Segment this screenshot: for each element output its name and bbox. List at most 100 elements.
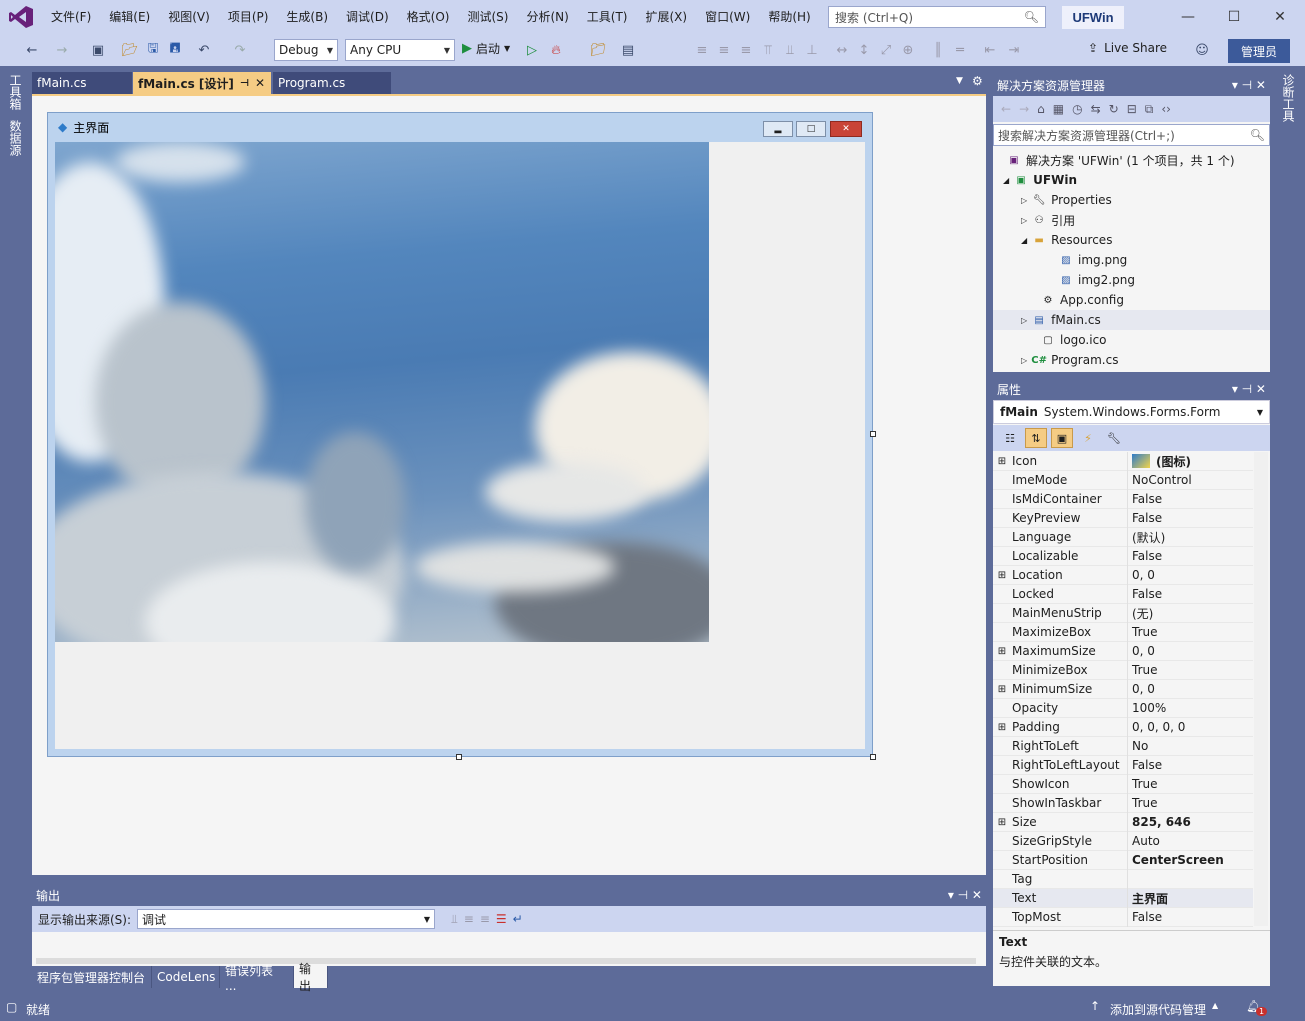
tree-item-resources[interactable]: ◢ ▬ Resources bbox=[993, 230, 1270, 250]
property-value[interactable]: False bbox=[1127, 584, 1253, 604]
menu-format[interactable]: 格式(O) bbox=[398, 8, 459, 25]
object-selector[interactable]: fMain System.Windows.Forms.Form ▼ bbox=[993, 400, 1270, 424]
resize-handle-corner[interactable] bbox=[870, 754, 876, 760]
open-folder-icon[interactable]: 📂︎ bbox=[120, 40, 140, 60]
live-share-button[interactable]: ⇪ Live Share bbox=[1088, 41, 1167, 55]
form-minimize-button[interactable]: ▂ bbox=[763, 121, 793, 137]
back-icon[interactable]: ← bbox=[22, 40, 42, 60]
expand-plus-icon[interactable]: ⊞ bbox=[993, 570, 1011, 581]
show-all-files-icon[interactable]: ⧉ bbox=[1145, 102, 1154, 117]
expanded-arrow-icon[interactable]: ◢ bbox=[1003, 176, 1009, 185]
menu-tools[interactable]: 工具(T) bbox=[578, 8, 637, 25]
property-row[interactable]: ⊞ Padding 0, 0, 0, 0 bbox=[993, 717, 1253, 737]
sync-icon[interactable]: ⇆ bbox=[1091, 102, 1101, 116]
property-value[interactable]: (默认) bbox=[1127, 527, 1253, 547]
center-horizontally-icon[interactable]: ⇤ bbox=[980, 40, 1000, 60]
back-icon[interactable]: ← bbox=[1001, 102, 1011, 116]
property-row[interactable]: ⊞ Location 0, 0 bbox=[993, 565, 1253, 585]
picture-box-sky-image[interactable] bbox=[55, 142, 709, 642]
form-client-area[interactable] bbox=[55, 142, 865, 749]
property-value[interactable]: Auto bbox=[1127, 831, 1253, 851]
property-grid-scrollbar[interactable] bbox=[1254, 452, 1268, 926]
property-row[interactable]: StartPosition CenterScreen bbox=[993, 850, 1253, 870]
property-row[interactable]: MainMenuStrip (无) bbox=[993, 603, 1253, 623]
property-row[interactable]: Locked False bbox=[993, 584, 1253, 604]
property-value[interactable]: 100% bbox=[1127, 698, 1253, 718]
layout-icon[interactable]: ▤ bbox=[618, 40, 638, 60]
diagnostic-tools-tab[interactable]: 诊断工具 bbox=[1280, 74, 1297, 122]
feedback-icon[interactable]: ☺ bbox=[1192, 40, 1212, 60]
refresh-icon[interactable]: ↻ bbox=[1109, 102, 1119, 116]
tree-item-references[interactable]: ▷ ⚇ 引用 bbox=[993, 210, 1270, 230]
menu-project[interactable]: 项目(P) bbox=[219, 8, 278, 25]
add-to-source-control-button[interactable]: 添加到源代码管理 bbox=[1110, 1001, 1206, 1018]
data-sources-tab[interactable]: 数据源 bbox=[7, 120, 24, 156]
menu-window[interactable]: 窗口(W) bbox=[696, 8, 759, 25]
menu-edit[interactable]: 编辑(E) bbox=[100, 8, 159, 25]
collapsed-arrow-icon[interactable]: ▷ bbox=[1021, 316, 1027, 325]
property-row[interactable]: SizeGripStyle Auto bbox=[993, 831, 1253, 851]
property-row[interactable]: Localizable False bbox=[993, 546, 1253, 566]
vertical-spacing-icon[interactable]: ═ bbox=[950, 40, 970, 60]
property-row[interactable]: ⊞ MinimumSize 0, 0 bbox=[993, 679, 1253, 699]
property-row[interactable]: IsMdiContainer False bbox=[993, 489, 1253, 509]
property-row[interactable]: KeyPreview False bbox=[993, 508, 1253, 528]
center-vertically-icon[interactable]: ⇥ bbox=[1004, 40, 1024, 60]
align-left-icon[interactable]: ≡ bbox=[692, 40, 712, 60]
new-project-icon[interactable]: ▣ bbox=[88, 40, 108, 60]
minimize-button[interactable]: — bbox=[1170, 6, 1206, 28]
property-row[interactable]: ShowIcon True bbox=[993, 774, 1253, 794]
property-row[interactable]: MaximizeBox True bbox=[993, 622, 1253, 642]
resize-handle-bottom[interactable] bbox=[456, 754, 462, 760]
panel-controls[interactable]: ▾ ⊣ ✕ bbox=[1232, 78, 1266, 92]
property-value[interactable]: False bbox=[1127, 907, 1253, 927]
property-row[interactable]: ImeMode NoControl bbox=[993, 470, 1253, 490]
property-row[interactable]: ⊞ Size 825, 646 bbox=[993, 812, 1253, 832]
tab-package-manager-console[interactable]: 程序包管理器控制台 bbox=[32, 966, 152, 988]
tree-item-solution[interactable]: ▣ 解决方案 'UFWin' (1 个项目，共 1 个) bbox=[993, 150, 1270, 170]
switch-views-icon[interactable]: ▦ bbox=[1053, 102, 1064, 116]
collapse-all-icon[interactable]: ⊟ bbox=[1127, 102, 1137, 116]
search-input[interactable]: 搜索 (Ctrl+Q) 🔍︎ bbox=[828, 6, 1046, 28]
menu-test[interactable]: 测试(S) bbox=[458, 8, 517, 25]
property-value[interactable]: NoControl bbox=[1127, 470, 1253, 490]
expanded-arrow-icon[interactable]: ◢ bbox=[1021, 236, 1027, 245]
zoom-icon[interactable]: ⊕ bbox=[898, 40, 918, 60]
menu-debug[interactable]: 调试(D) bbox=[337, 8, 398, 25]
property-value[interactable]: 主界面 bbox=[1127, 888, 1253, 908]
hot-reload-icon[interactable]: 🔥︎ bbox=[546, 40, 566, 60]
tree-item-program[interactable]: ▷ C# Program.cs bbox=[993, 350, 1270, 370]
form-close-button[interactable]: ✕ bbox=[830, 121, 862, 137]
output-source-select[interactable]: 调试 ▼ bbox=[137, 909, 436, 929]
property-pages-wrench-icon[interactable]: 🔧︎ bbox=[1103, 428, 1125, 448]
property-value[interactable]: False bbox=[1127, 546, 1253, 566]
word-wrap-icon[interactable]: ↵ bbox=[513, 912, 523, 926]
configuration-select[interactable]: Debug ▼ bbox=[274, 39, 338, 61]
property-value[interactable]: False bbox=[1127, 508, 1253, 528]
property-row[interactable]: RightToLeftLayout False bbox=[993, 755, 1253, 775]
property-value[interactable]: 0, 0 bbox=[1127, 641, 1253, 661]
tab-output[interactable]: 输出 bbox=[294, 962, 328, 993]
property-value[interactable]: False bbox=[1127, 489, 1253, 509]
collapsed-arrow-icon[interactable]: ▷ bbox=[1021, 356, 1027, 365]
menu-build[interactable]: 生成(B) bbox=[277, 8, 337, 25]
platform-select[interactable]: Any CPU ▼ bbox=[345, 39, 455, 61]
start-without-debug-icon[interactable]: ▷ bbox=[522, 40, 542, 60]
property-value[interactable]: True bbox=[1127, 793, 1253, 813]
property-row[interactable]: MinimizeBox True bbox=[993, 660, 1253, 680]
size-to-grid-icon[interactable]: ⤢ bbox=[876, 40, 896, 60]
tab-codelens[interactable]: CodeLens bbox=[152, 966, 220, 988]
horizontal-spacing-icon[interactable]: ║ bbox=[928, 40, 948, 60]
toolbox-tab[interactable]: 工具箱 bbox=[7, 74, 24, 110]
property-row[interactable]: Language (默认) bbox=[993, 527, 1253, 547]
menu-analyze[interactable]: 分析(N) bbox=[517, 8, 577, 25]
property-value[interactable]: (图标) bbox=[1127, 451, 1253, 471]
property-value[interactable]: (无) bbox=[1127, 603, 1253, 623]
visual-studio-logo-icon[interactable] bbox=[8, 5, 34, 29]
property-value[interactable]: 0, 0, 0, 0 bbox=[1127, 717, 1253, 737]
property-row[interactable]: TopMost False bbox=[993, 907, 1253, 927]
collapsed-arrow-icon[interactable]: ▷ bbox=[1021, 196, 1027, 205]
categorized-icon[interactable]: ☷ bbox=[999, 428, 1021, 448]
tab-fmain-designer[interactable]: fMain.cs [设计] ⊣ ✕ bbox=[133, 72, 271, 94]
redo-icon[interactable]: ↷ bbox=[230, 40, 250, 60]
